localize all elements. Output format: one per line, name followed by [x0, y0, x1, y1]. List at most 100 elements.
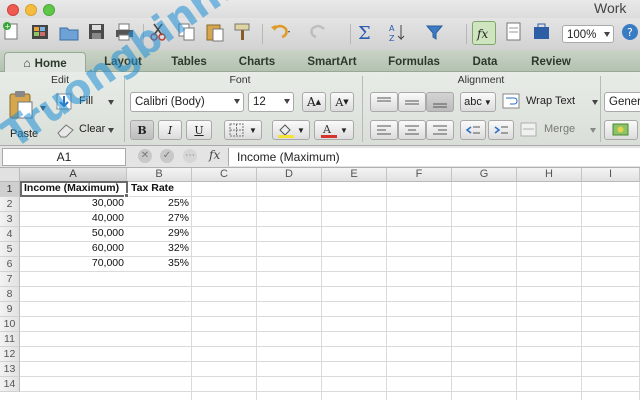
column-header-h[interactable]: H: [517, 168, 582, 182]
orientation-button[interactable]: abc ▼: [460, 92, 496, 112]
cell-b1[interactable]: Tax Rate: [128, 181, 192, 196]
minimize-window-button[interactable]: [25, 4, 37, 16]
tab-formulas[interactable]: Formulas: [380, 52, 448, 72]
row-header-6[interactable]: 6: [0, 257, 20, 272]
cancel-formula-icon[interactable]: ✕: [138, 149, 152, 163]
row-header-5[interactable]: 5: [0, 242, 20, 257]
sort-icon[interactable]: AZ: [388, 21, 412, 45]
paste-icon[interactable]: [204, 21, 228, 45]
tab-review[interactable]: Review: [522, 52, 580, 72]
worksheet-grid[interactable]: ABCDEFGHI 1 2 3 4 5 6 7 8 9 10 11 12 13 14 Income (Ma…: [0, 168, 640, 400]
fx-label[interactable]: fx: [209, 148, 220, 162]
formula-options-icon[interactable]: ⋯: [183, 149, 197, 163]
column-header-i[interactable]: I: [582, 168, 640, 182]
row-header-4[interactable]: 4: [0, 227, 20, 242]
templates-icon[interactable]: [30, 21, 54, 45]
clear-button[interactable]: Clear: [54, 120, 114, 140]
column-header-f[interactable]: F: [387, 168, 452, 182]
name-box[interactable]: A1: [2, 148, 126, 166]
row-header-14[interactable]: 14: [0, 377, 20, 392]
print-icon[interactable]: [114, 21, 138, 45]
font-size-select[interactable]: 12: [248, 92, 294, 112]
cell-a3[interactable]: 40,000: [21, 211, 127, 226]
tab-smartart[interactable]: SmartArt: [300, 52, 364, 72]
tab-charts[interactable]: Charts: [230, 52, 284, 72]
new-workbook-icon[interactable]: +: [2, 21, 26, 45]
gallery-icon[interactable]: [503, 21, 527, 45]
font-name-select[interactable]: Calibri (Body): [130, 92, 244, 112]
formula-builder-icon[interactable]: fx: [472, 21, 496, 45]
cell-b5[interactable]: 32%: [128, 241, 192, 256]
autosum-icon[interactable]: Σ: [356, 21, 380, 45]
cut-icon[interactable]: [148, 21, 172, 45]
row-header-13[interactable]: 13: [0, 362, 20, 377]
tab-tables[interactable]: Tables: [162, 52, 216, 72]
align-center-button[interactable]: [398, 120, 426, 140]
filter-icon[interactable]: [424, 21, 448, 45]
column-header-e[interactable]: E: [322, 168, 387, 182]
format-painter-icon[interactable]: [232, 21, 256, 45]
cell-b6[interactable]: 35%: [128, 256, 192, 271]
increase-font-size-button[interactable]: A ▲: [302, 92, 326, 112]
cell-b3[interactable]: 27%: [128, 211, 192, 226]
align-top-button[interactable]: [370, 92, 398, 112]
formula-input[interactable]: Income (Maximum): [228, 148, 640, 166]
redo-icon[interactable]: [306, 21, 330, 45]
row-header-11[interactable]: 11: [0, 332, 20, 347]
align-bottom-button[interactable]: [426, 92, 454, 112]
fill-handle[interactable]: [124, 193, 129, 198]
decrease-font-size-button[interactable]: A ▼: [330, 92, 354, 112]
cell-b4[interactable]: 29%: [128, 226, 192, 241]
row-header-3[interactable]: 3: [0, 212, 20, 227]
paste-button[interactable]: Paste: [4, 88, 46, 144]
row-header-9[interactable]: 9: [0, 302, 20, 317]
help-icon[interactable]: ?: [620, 21, 640, 45]
cell-a4[interactable]: 50,000: [21, 226, 127, 241]
fill-button[interactable]: Fill: [54, 92, 114, 112]
underline-button[interactable]: U: [186, 120, 212, 140]
copy-icon[interactable]: [176, 21, 200, 45]
close-window-button[interactable]: [7, 4, 19, 16]
row-header-7[interactable]: 7: [0, 272, 20, 287]
row-header-1[interactable]: 1: [0, 182, 20, 197]
zoom-window-button[interactable]: [43, 4, 55, 16]
font-color-button[interactable]: A ▼: [314, 120, 354, 140]
number-format-select[interactable]: General: [604, 92, 640, 112]
toolbox-icon[interactable]: [531, 21, 555, 45]
increase-indent-button[interactable]: [488, 120, 514, 140]
font-color-icon: A: [321, 123, 338, 138]
cell-b2[interactable]: 25%: [128, 196, 192, 211]
zoom-select[interactable]: 100%: [562, 25, 614, 43]
align-middle-button[interactable]: [398, 92, 426, 112]
column-header-a[interactable]: A: [20, 168, 127, 182]
save-icon[interactable]: [86, 21, 110, 45]
open-icon[interactable]: [58, 21, 82, 45]
column-header-c[interactable]: C: [192, 168, 257, 182]
row-header-8[interactable]: 8: [0, 287, 20, 302]
select-all-corner[interactable]: [0, 168, 20, 182]
merge-button[interactable]: Merge: [520, 120, 600, 140]
tab-data[interactable]: Data: [462, 52, 508, 72]
column-header-g[interactable]: G: [452, 168, 517, 182]
wrap-text-button[interactable]: Wrap Text: [502, 92, 600, 112]
borders-button[interactable]: ▼: [224, 120, 262, 140]
cell-a5[interactable]: 60,000: [21, 241, 127, 256]
fill-color-button[interactable]: ▼: [272, 120, 310, 140]
undo-icon[interactable]: [268, 21, 292, 45]
tab-layout[interactable]: Layout: [96, 52, 150, 72]
decrease-indent-button[interactable]: [460, 120, 486, 140]
align-right-button[interactable]: [426, 120, 454, 140]
cell-a6[interactable]: 70,000: [21, 256, 127, 271]
confirm-formula-icon[interactable]: ✓: [160, 149, 174, 163]
italic-button[interactable]: I: [158, 120, 182, 140]
align-left-button[interactable]: [370, 120, 398, 140]
row-header-2[interactable]: 2: [0, 197, 20, 212]
row-header-12[interactable]: 12: [0, 347, 20, 362]
bold-button[interactable]: B: [130, 120, 154, 140]
tab-home[interactable]: ⌂ Home: [4, 52, 86, 72]
cell-a2[interactable]: 30,000: [21, 196, 127, 211]
row-header-10[interactable]: 10: [0, 317, 20, 332]
column-header-b[interactable]: B: [127, 168, 192, 182]
number-format-button[interactable]: [604, 120, 638, 140]
column-header-d[interactable]: D: [257, 168, 322, 182]
